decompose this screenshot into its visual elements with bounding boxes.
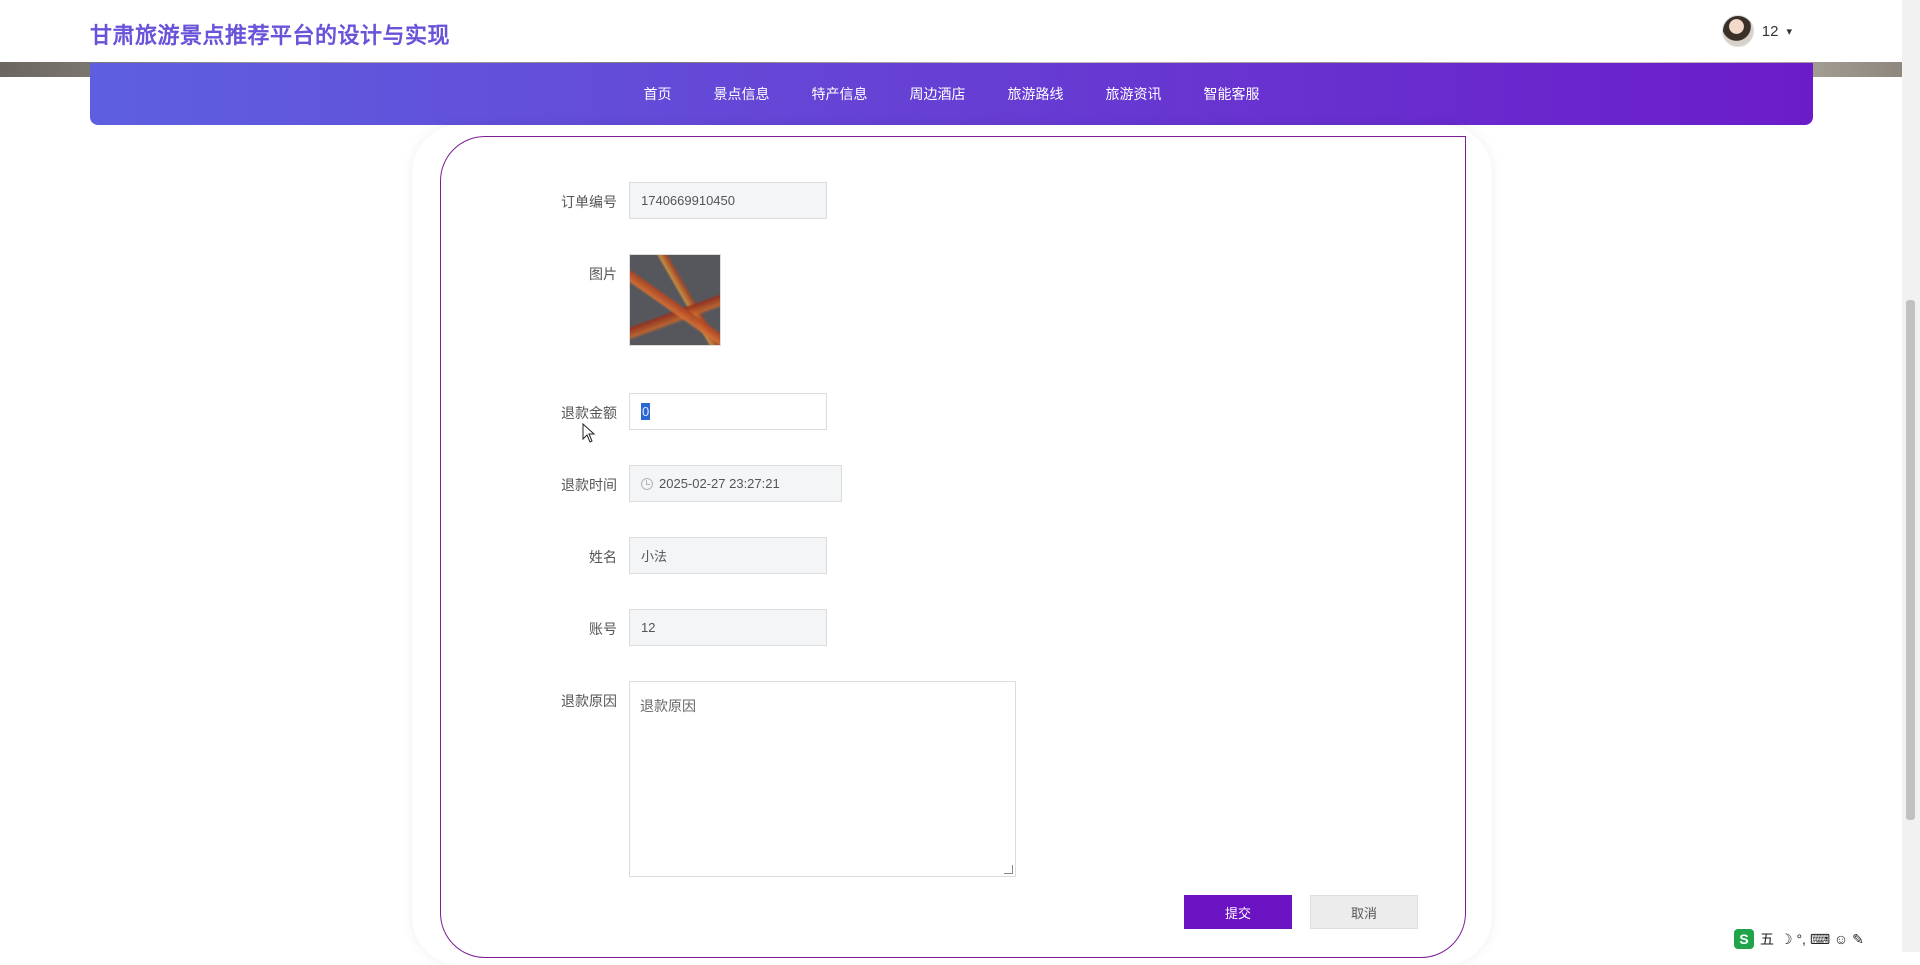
- chevron-down-icon[interactable]: ▾: [1786, 25, 1792, 38]
- nav-item-customer-service[interactable]: 智能客服: [1204, 84, 1260, 104]
- nav-item-routes[interactable]: 旅游路线: [1008, 84, 1064, 104]
- refund-amount-label: 退款金额: [561, 405, 617, 421]
- account-label: 账号: [589, 621, 617, 637]
- refund-reason-textarea[interactable]: 退款原因: [629, 681, 1016, 877]
- order-no-field[interactable]: 1740669910450: [629, 182, 827, 219]
- refund-reason-placeholder: 退款原因: [640, 698, 696, 714]
- nav-item-attractions[interactable]: 景点信息: [714, 84, 770, 104]
- refund-amount-value: 0: [641, 403, 651, 420]
- site-title[interactable]: 甘肃旅游景点推荐平台的设计与实现: [90, 18, 450, 50]
- avatar[interactable]: [1721, 15, 1754, 47]
- image-label: 图片: [589, 266, 617, 282]
- clock-icon: [641, 477, 653, 490]
- nav-item-hotels[interactable]: 周边酒店: [910, 84, 966, 104]
- ime-toolbar[interactable]: S 五 ☽ °, ⌨ ☺ ✎: [1730, 926, 1902, 952]
- nav-item-home[interactable]: 首页: [644, 84, 672, 104]
- refund-time-value: 2025-02-27 23:27:21: [659, 476, 780, 491]
- order-no-label: 订单编号: [561, 194, 617, 210]
- nav-item-news[interactable]: 旅游资讯: [1106, 84, 1162, 104]
- ime-mode[interactable]: 五: [1760, 929, 1774, 949]
- account-field[interactable]: 12: [629, 609, 827, 646]
- refund-amount-input[interactable]: 0: [629, 393, 827, 430]
- username[interactable]: 12: [1762, 23, 1779, 40]
- main-nav: 首页 景点信息 特产信息 周边酒店 旅游路线 旅游资讯 智能客服: [90, 63, 1813, 125]
- cancel-button[interactable]: 取消: [1310, 895, 1418, 929]
- submit-button[interactable]: 提交: [1184, 895, 1292, 929]
- page-scrollbar[interactable]: [1902, 0, 1920, 952]
- refund-reason-label: 退款原因: [561, 693, 617, 709]
- nav-item-specialties[interactable]: 特产信息: [812, 84, 868, 104]
- top-header: 甘肃旅游景点推荐平台的设计与实现 12 ▾: [0, 0, 1902, 77]
- refund-time-field[interactable]: 2025-02-27 23:27:21: [629, 465, 842, 502]
- user-menu[interactable]: 12 ▾: [1721, 15, 1792, 47]
- ime-tool-icons[interactable]: ☽ °, ⌨ ☺ ✎: [1780, 931, 1864, 948]
- product-image[interactable]: [629, 254, 721, 346]
- name-field[interactable]: 小法: [629, 537, 827, 574]
- ime-logo-icon[interactable]: S: [1734, 929, 1754, 949]
- scrollbar-thumb[interactable]: [1906, 300, 1915, 820]
- refund-time-label: 退款时间: [561, 477, 617, 493]
- refund-form: 订单编号 1740669910450 图片 退款金额 0 退款时间 2025-0…: [440, 136, 1466, 958]
- resize-handle-icon[interactable]: [1004, 865, 1013, 874]
- name-label: 姓名: [589, 549, 617, 565]
